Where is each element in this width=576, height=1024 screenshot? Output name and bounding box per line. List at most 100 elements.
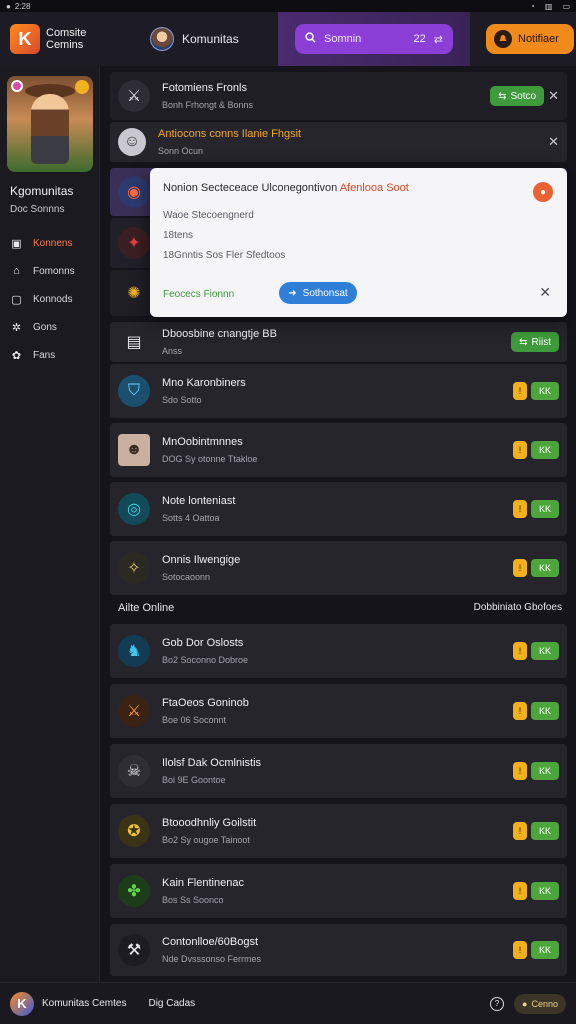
- popup-title-text: Nonion Secteceace Ulconegontivon: [163, 182, 338, 194]
- blade-icon: ✧: [118, 552, 150, 584]
- arrow-icon: ➜: [288, 287, 297, 299]
- gear-icon: ✲: [11, 321, 22, 334]
- online-badge[interactable]: KK: [531, 642, 559, 660]
- brand-text: Comsite Cemins: [46, 27, 86, 51]
- user-profile[interactable]: Komunitas: [150, 27, 278, 51]
- sidebar-item-fans[interactable]: ✿ Fans: [0, 341, 99, 369]
- list-item[interactable]: ▤ Dboosbine cnangtje BB Anss ⇆ Riist: [110, 322, 567, 362]
- online-badge[interactable]: KK: [531, 941, 559, 959]
- list-item-title: Dboosbine cnangtje BB: [162, 328, 277, 340]
- list-item-subtitle: Sotocaoonn: [162, 572, 211, 582]
- online-badge[interactable]: KK: [531, 382, 559, 400]
- row-actions: ⇆ Riist: [511, 332, 559, 352]
- battery-icon: ▭: [562, 1, 570, 11]
- brand-logo-icon: K: [10, 24, 40, 54]
- list-item[interactable]: ✪ Btooodhnliy Goilstit Bo2 Sy ougoe Tain…: [110, 804, 567, 858]
- user-name: Komunitas: [182, 32, 239, 46]
- dagger-icon: ⚒: [118, 934, 150, 966]
- list-item-title: Btooodhnliy Goilstit: [162, 817, 257, 829]
- bell-icon: [494, 30, 512, 48]
- fire-icon: ✦: [118, 227, 150, 259]
- sidebar-item-konnods[interactable]: ▢ Konnods: [0, 285, 99, 313]
- popup-close-button[interactable]: ●: [533, 182, 553, 202]
- list-item-title: Mno Karonbiners: [162, 377, 246, 389]
- list-item-subtitle: Sotts 4 Oattoa: [162, 513, 220, 523]
- sidebar-item-konnens[interactable]: ▣ Konnens: [0, 229, 99, 257]
- row-actions: ! KK: [513, 822, 559, 840]
- bottom-action-button[interactable]: ● Cenno: [514, 993, 566, 1014]
- online-badge[interactable]: KK: [531, 882, 559, 900]
- list-item-text: Note lonteniast Sotts 4 Oattoa: [162, 495, 235, 523]
- list-item-subtitle: Bonh Frhongt & Bonns: [162, 100, 254, 110]
- brand[interactable]: K Comsite Cemins: [0, 24, 150, 54]
- list-item[interactable]: ✧ Onnis Ilwengige Sotocaoonn ! KK: [110, 541, 567, 595]
- notifications-label: Notifiaer: [518, 33, 559, 45]
- list-item[interactable]: ⚒ Contonlloe/60Bogst Nde Dvsssonso Ferrm…: [110, 924, 567, 976]
- list-item[interactable]: ☠ Ilolsf Dak Ocmlnistis Boi 9E Goontoe !…: [110, 744, 567, 798]
- list-item-title: Fotomiens Fronls: [162, 82, 247, 94]
- bottom-link[interactable]: Dig Cadas: [148, 998, 195, 1009]
- sidebar-nav: ▣ Konnens ⌂ Fomonns ▢ Konnods ✲ Gons ✿ F…: [0, 229, 99, 369]
- search-count: 22: [413, 33, 426, 45]
- list-item[interactable]: ☺ Antiocons conns Ilanie Fhgsit Sonn Ocu…: [110, 122, 567, 162]
- popup-dismiss-icon[interactable]: ✕: [539, 284, 551, 301]
- join-button[interactable]: ⇆ Sotco: [490, 86, 545, 106]
- list-item[interactable]: ✤ Kain Flentinenac Bos Ss Soonco ! KK: [110, 864, 567, 918]
- list-item-subtitle: Anss: [162, 346, 183, 356]
- help-icon[interactable]: ?: [490, 996, 504, 1011]
- join-button[interactable]: ⇆ Riist: [511, 332, 559, 352]
- list-item[interactable]: ◎ Note lonteniast Sotts 4 Oattoa ! KK: [110, 482, 567, 536]
- list-item-text: Contonlloe/60Bogst Nde Dvsssonso Ferrmes: [162, 936, 261, 964]
- popup-action-button[interactable]: ➜ Sothonsat: [279, 282, 357, 304]
- popup-status: Feocecs Fionnn: [163, 289, 235, 300]
- list-item[interactable]: ⚔ FtaOeos Goninob Boe 06 Soconnt ! KK: [110, 684, 567, 738]
- notifications-button[interactable]: Notifiaer: [486, 24, 574, 54]
- list-item-text: Fotomiens Fronls Bonh Frhongt & Bonns: [162, 82, 253, 110]
- popup-line-2: 18tens: [163, 230, 194, 241]
- list-item-text: Antiocons conns Ilanie Fhgsit Sonn Ocun: [158, 128, 301, 156]
- warning-badge-icon: !: [513, 642, 527, 660]
- sidebar-item-gons[interactable]: ✲ Gons: [0, 313, 99, 341]
- join-button-label: Riist: [531, 336, 551, 348]
- list-item-title: Note lonteniast: [162, 495, 236, 507]
- warning-badge-icon: !: [513, 559, 527, 577]
- search-icon: [305, 32, 316, 46]
- search-text: Somnin: [324, 33, 362, 45]
- home-icon: ⌂: [13, 265, 20, 277]
- list-item[interactable]: ♞ Gob Dor Oslosts Bo2 Soconno Dobroe ! K…: [110, 624, 567, 678]
- close-icon[interactable]: ✕: [548, 88, 559, 104]
- warning-badge-icon: !: [513, 762, 527, 780]
- online-badge[interactable]: KK: [531, 441, 559, 459]
- popup-line-1: Waoe Stecoengnerd: [163, 210, 254, 221]
- notification-popup: Nonion Secteceace Ulconegontivon Afenloo…: [150, 168, 567, 317]
- sidebar-item-fomonns[interactable]: ⌂ Fomonns: [0, 257, 99, 285]
- list-item-text: Kain Flentinenac Bos Ss Soonco: [162, 877, 244, 905]
- row-actions: ✕: [548, 134, 559, 150]
- online-badge[interactable]: KK: [531, 822, 559, 840]
- popup-title-highlight: Afenlooa Soot: [339, 182, 409, 194]
- sidebar-title: Kgomunitas: [10, 184, 74, 198]
- skull-icon: ☠: [118, 755, 150, 787]
- list-item[interactable]: ⚔ Fotomiens Fronls Bonh Frhongt & Bonns …: [110, 72, 567, 120]
- online-badge[interactable]: KK: [531, 559, 559, 577]
- online-badge[interactable]: KK: [531, 702, 559, 720]
- online-badge[interactable]: KK: [531, 762, 559, 780]
- list-item-title: Antiocons conns Ilanie Fhgsit: [158, 128, 302, 140]
- settings-icon: ✿: [11, 349, 22, 362]
- close-icon[interactable]: ✕: [548, 134, 559, 150]
- section-link[interactable]: Dobbiniato Gbofoes: [474, 602, 562, 614]
- list-item[interactable]: ☻ MnOobintmnnes DOG Sy otonne Ttakloe ! …: [110, 423, 567, 477]
- list-item-subtitle: DOG Sy otonne Ttakloe: [162, 454, 258, 464]
- list-item-text: Gob Dor Oslosts Bo2 Soconno Dobroe: [162, 637, 248, 665]
- search-zone: Somnin 22 ⇄: [278, 12, 470, 66]
- bottom-logo-icon[interactable]: K: [10, 991, 34, 1016]
- filter-icon[interactable]: ⇄: [434, 33, 443, 46]
- list-item[interactable]: ⛉ Mno Karonbiners Sdo Sotto ! KK: [110, 364, 567, 418]
- search-input[interactable]: Somnin 22 ⇄: [295, 24, 453, 54]
- row-actions: ! KK: [513, 702, 559, 720]
- popup-title: Nonion Secteceace Ulconegontivon Afenloo…: [163, 182, 409, 194]
- online-badge[interactable]: KK: [531, 500, 559, 518]
- row-actions: ! KK: [513, 382, 559, 400]
- list-item-text: Mno Karonbiners Sdo Sotto: [162, 377, 246, 405]
- community-hero-image[interactable]: [7, 76, 93, 172]
